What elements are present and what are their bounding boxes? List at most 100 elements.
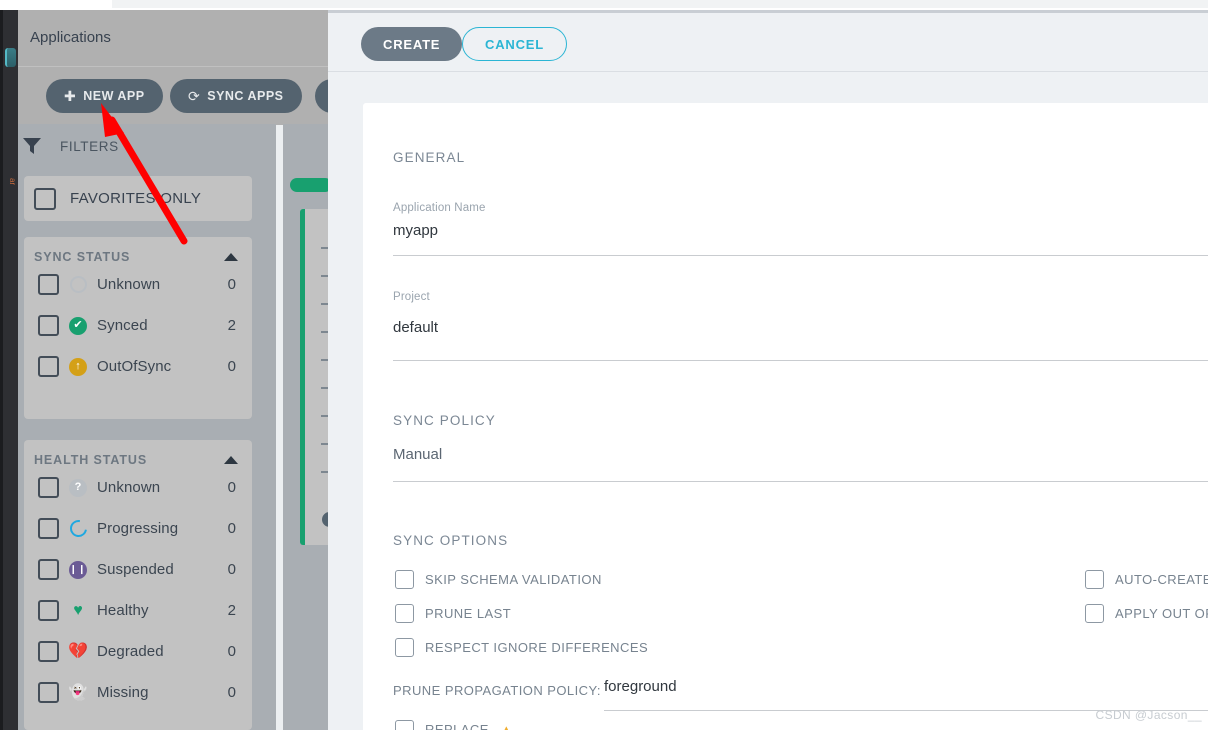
status-pill bbox=[290, 178, 332, 192]
ghost-icon: 👻 bbox=[68, 684, 88, 701]
warning-triangle-icon: ▲ bbox=[499, 722, 513, 730]
auto-create-label: AUTO-CREATE bbox=[1115, 572, 1208, 587]
health-status-row-missing[interactable]: 👻 Missing 0 bbox=[24, 672, 252, 713]
health-status-title: HEALTH STATUS bbox=[34, 453, 148, 467]
sync-policy-underline bbox=[393, 481, 1208, 482]
respect-ignore-differences-checkbox[interactable] bbox=[395, 638, 414, 657]
option-skip-schema-validation[interactable]: SKIP SCHEMA VALIDATION bbox=[395, 570, 602, 589]
health-status-checkbox-healthy[interactable] bbox=[38, 600, 59, 621]
sync-status-row-unknown[interactable]: Unknown 0 bbox=[24, 264, 252, 305]
prune-propagation-policy-label: PRUNE PROPAGATION POLICY: bbox=[393, 683, 601, 698]
health-status-row-progressing[interactable]: Progressing 0 bbox=[24, 508, 252, 549]
sync-status-row-synced[interactable]: ✔ Synced 2 bbox=[24, 305, 252, 346]
sync-status-header[interactable]: SYNC STATUS bbox=[24, 237, 252, 264]
pause-circle-icon: ❙❙ bbox=[68, 560, 88, 580]
replace-label: REPLACE bbox=[425, 722, 489, 730]
rail-label: ar bbox=[8, 178, 16, 186]
funnel-icon bbox=[22, 136, 42, 156]
health-status-row-degraded[interactable]: 💔 Degraded 0 bbox=[24, 631, 252, 672]
new-app-label: NEW APP bbox=[83, 89, 145, 103]
health-status-count-healthy: 2 bbox=[227, 602, 236, 619]
question-circle-icon: ? bbox=[68, 478, 88, 498]
sync-status-count-synced: 2 bbox=[227, 317, 236, 334]
health-status-label-unknown: Unknown bbox=[97, 479, 161, 496]
health-status-count-missing: 0 bbox=[227, 684, 236, 701]
health-status-count-degraded: 0 bbox=[227, 643, 236, 660]
health-status-checkbox-degraded[interactable] bbox=[38, 641, 59, 662]
browser-top-grey bbox=[112, 0, 1208, 8]
sync-status-count-outofsync: 0 bbox=[227, 358, 236, 375]
apply-out-of-sync-only-checkbox[interactable] bbox=[1085, 604, 1104, 623]
sync-apps-button[interactable]: ⟳ SYNC APPS bbox=[170, 79, 302, 113]
arrow-up-circle-icon: ↑ bbox=[68, 357, 88, 377]
health-status-count-progressing: 0 bbox=[227, 520, 236, 537]
favorites-only-card[interactable]: FAVORITES ONLY bbox=[24, 176, 252, 221]
health-status-header[interactable]: HEALTH STATUS bbox=[24, 440, 252, 467]
spinner-ring-icon bbox=[66, 516, 90, 541]
panel-action-bar: CREATE CANCEL bbox=[328, 13, 1208, 72]
skip-schema-validation-label: SKIP SCHEMA VALIDATION bbox=[425, 572, 602, 587]
sync-status-title: SYNC STATUS bbox=[34, 250, 131, 264]
health-status-label-missing: Missing bbox=[97, 684, 149, 701]
page-title: Applications bbox=[30, 29, 111, 46]
health-status-filter-card: HEALTH STATUS ? Unknown 0 Progressing 0 … bbox=[24, 440, 252, 730]
option-respect-ignore-differences[interactable]: RESPECT IGNORE DIFFERENCES bbox=[395, 638, 648, 657]
browser-tab-stub bbox=[0, 0, 112, 10]
sync-status-row-outofsync[interactable]: ↑ OutOfSync 0 bbox=[24, 346, 252, 387]
option-auto-create[interactable]: AUTO-CREATE bbox=[1085, 570, 1208, 589]
health-status-count-suspended: 0 bbox=[227, 561, 236, 578]
health-status-checkbox-unknown[interactable] bbox=[38, 477, 59, 498]
apply-out-of-sync-only-label: APPLY OUT OF bbox=[1115, 606, 1208, 621]
argocd-logo-icon[interactable] bbox=[3, 44, 18, 72]
health-status-row-healthy[interactable]: ♥ Healthy 2 bbox=[24, 590, 252, 631]
sync-apps-label: SYNC APPS bbox=[207, 89, 284, 103]
option-apply-out-of-sync-only[interactable]: APPLY OUT OF bbox=[1085, 604, 1208, 623]
application-name-input[interactable]: myapp bbox=[393, 222, 438, 239]
filters-label: FILTERS bbox=[60, 139, 119, 154]
health-status-checkbox-progressing[interactable] bbox=[38, 518, 59, 539]
check-circle-icon: ✔ bbox=[68, 316, 88, 336]
respect-ignore-differences-label: RESPECT IGNORE DIFFERENCES bbox=[425, 640, 649, 655]
caret-up-icon[interactable] bbox=[224, 456, 238, 464]
skip-schema-validation-checkbox[interactable] bbox=[395, 570, 414, 589]
sync-status-checkbox-synced[interactable] bbox=[38, 315, 59, 336]
left-nav-rail[interactable] bbox=[3, 10, 18, 730]
favorites-only-label: FAVORITES ONLY bbox=[70, 190, 202, 207]
broken-heart-icon: 💔 bbox=[68, 642, 88, 660]
auto-create-checkbox[interactable] bbox=[1085, 570, 1104, 589]
new-app-button[interactable]: ✚ NEW APP bbox=[46, 79, 163, 113]
health-status-checkbox-missing[interactable] bbox=[38, 682, 59, 703]
sync-status-label-unknown: Unknown bbox=[97, 276, 161, 293]
health-status-row-unknown[interactable]: ? Unknown 0 bbox=[24, 467, 252, 508]
plus-icon: ✚ bbox=[64, 88, 77, 104]
health-status-checkbox-suspended[interactable] bbox=[38, 559, 59, 580]
new-app-form-sheet: GENERAL Application Name myapp Project d… bbox=[363, 103, 1208, 730]
project-underline bbox=[393, 360, 1208, 361]
new-app-panel: CREATE CANCEL GENERAL Application Name m… bbox=[328, 10, 1208, 730]
sync-icon: ⟳ bbox=[188, 88, 201, 104]
cancel-button[interactable]: CANCEL bbox=[462, 27, 567, 61]
health-status-row-suspended[interactable]: ❙❙ Suspended 0 bbox=[24, 549, 252, 590]
prune-last-label: PRUNE LAST bbox=[425, 606, 512, 621]
sync-status-label-outofsync: OutOfSync bbox=[97, 358, 172, 375]
filters-bar bbox=[18, 124, 276, 172]
caret-up-icon[interactable] bbox=[224, 253, 238, 261]
health-status-label-progressing: Progressing bbox=[97, 520, 179, 537]
favorites-only-checkbox[interactable] bbox=[34, 187, 56, 210]
prune-last-checkbox[interactable] bbox=[395, 604, 414, 623]
sync-status-checkbox-outofsync[interactable] bbox=[38, 356, 59, 377]
option-prune-last[interactable]: PRUNE LAST bbox=[395, 604, 511, 623]
option-replace[interactable]: REPLACE ▲ bbox=[395, 720, 513, 730]
sync-status-filter-card: SYNC STATUS Unknown 0 ✔ Synced 2 ↑ OutOf… bbox=[24, 237, 252, 419]
replace-checkbox[interactable] bbox=[395, 720, 414, 730]
application-name-underline bbox=[393, 255, 1208, 256]
sync-status-checkbox-unknown[interactable] bbox=[38, 274, 59, 295]
project-input[interactable]: default bbox=[393, 319, 438, 336]
create-button[interactable]: CREATE bbox=[361, 27, 463, 61]
prune-propagation-policy-select[interactable]: foreground bbox=[604, 678, 677, 695]
sync-policy-select[interactable]: Manual bbox=[393, 446, 442, 463]
application-card[interactable] bbox=[300, 209, 337, 545]
health-status-count-unknown: 0 bbox=[227, 479, 236, 496]
sync-status-count-unknown: 0 bbox=[227, 276, 236, 293]
application-name-label: Application Name bbox=[393, 202, 486, 214]
